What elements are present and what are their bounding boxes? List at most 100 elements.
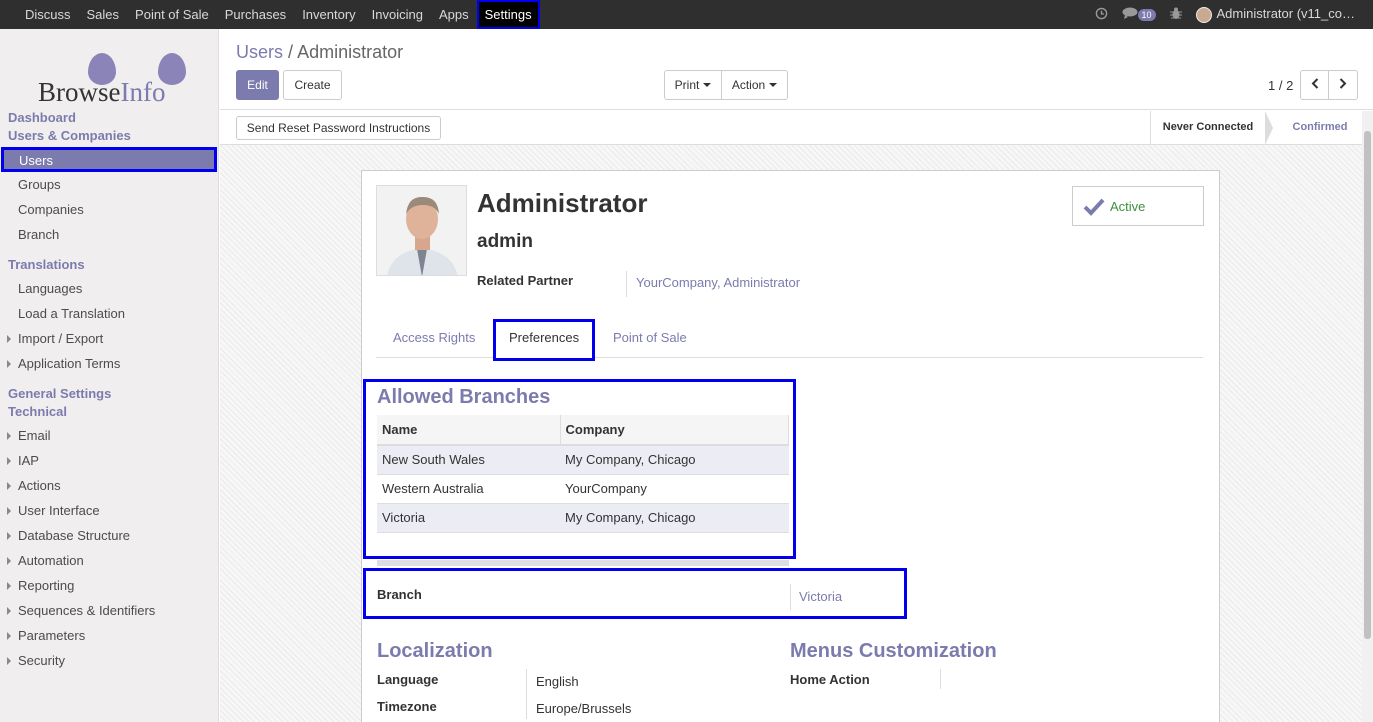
user-name-title[interactable]: Administrator xyxy=(477,188,647,219)
branch-value-link[interactable]: Victoria xyxy=(799,589,842,604)
user-name: Administrator (v11_co… xyxy=(1216,6,1355,22)
sidebar-item-branch[interactable]: Branch xyxy=(18,227,59,242)
sidebar-item-reporting[interactable]: Reporting xyxy=(6,578,74,593)
user-login[interactable]: admin xyxy=(477,231,533,253)
breadcrumb-separator: / xyxy=(288,42,294,62)
sidebar-item-companies[interactable]: Companies xyxy=(18,202,84,217)
breadcrumb: Users / Administrator xyxy=(236,42,403,63)
scrollbar-thumb[interactable] xyxy=(1364,131,1371,639)
browseinfo-logo: BrowseInfo xyxy=(38,53,186,111)
sidebar-item-automation[interactable]: Automation xyxy=(7,553,84,568)
timezone-value[interactable]: Europe/Brussels xyxy=(536,701,631,716)
column-company-header[interactable]: Company xyxy=(560,415,789,446)
sidebar-item-sequences[interactable]: Sequences & Identifiers xyxy=(6,603,155,618)
branch-name-cell: Victoria xyxy=(377,503,560,533)
breadcrumb-users-link[interactable]: Users xyxy=(236,42,283,62)
tab-preferences[interactable]: Preferences xyxy=(493,319,596,361)
pager-previous-button[interactable] xyxy=(1300,70,1329,100)
menu-settings[interactable]: Settings xyxy=(476,0,540,29)
field-separator xyxy=(790,584,791,610)
sidebar-item-languages[interactable]: Languages xyxy=(18,281,82,296)
user-menu[interactable]: Administrator (v11_co… xyxy=(1195,6,1355,23)
action-caret-icon xyxy=(769,83,778,87)
table-row[interactable]: Victoria My Company, Chicago xyxy=(377,503,789,533)
sidebar-item-groups[interactable]: Groups xyxy=(18,177,61,192)
related-partner-label: Related Partner xyxy=(477,273,574,288)
localization-title: Localization xyxy=(377,640,493,662)
sidebar-general-settings[interactable]: General Settings xyxy=(8,386,111,401)
sidebar-item-iap[interactable]: IAP xyxy=(7,453,39,468)
related-partner-link[interactable]: YourCompany, Administrator xyxy=(636,275,800,290)
menu-inventory[interactable]: Inventory xyxy=(294,0,363,29)
menu-sales[interactable]: Sales xyxy=(79,0,128,29)
home-action-label: Home Action xyxy=(790,672,870,687)
sidebar-technical[interactable]: Technical xyxy=(8,404,67,419)
form-statusbar: Send Reset Password Instructions Never C… xyxy=(220,111,1362,145)
print-caret-icon xyxy=(703,83,712,87)
active-label: Active xyxy=(1110,199,1146,214)
top-navbar: Discuss Sales Point of Sale Purchases In… xyxy=(0,0,1373,29)
table-footer xyxy=(377,560,789,566)
action-dropdown[interactable]: Action xyxy=(721,70,788,100)
pager-next-button[interactable] xyxy=(1328,70,1358,100)
app-menu: Discuss Sales Point of Sale Purchases In… xyxy=(0,0,540,29)
sidebar-item-user-interface[interactable]: User Interface xyxy=(7,503,100,518)
pager-value[interactable]: 1 / 2 xyxy=(1268,78,1293,93)
language-value[interactable]: English xyxy=(536,674,579,689)
sidebar-item-database-structure[interactable]: Database Structure xyxy=(6,528,130,543)
branch-name-cell: New South Wales xyxy=(377,445,560,475)
action-label: Action xyxy=(731,78,766,92)
debug-bug-icon[interactable] xyxy=(1169,7,1182,23)
field-separator xyxy=(940,669,941,689)
menu-apps[interactable]: Apps xyxy=(431,0,477,29)
active-toggle-button[interactable]: Active xyxy=(1072,186,1204,226)
send-reset-password-button[interactable]: Send Reset Password Instructions xyxy=(236,116,441,140)
table-row[interactable]: Western Australia YourCompany xyxy=(377,474,789,504)
edit-button[interactable]: Edit xyxy=(236,70,279,100)
messages-chat-icon[interactable]: 10 xyxy=(1122,7,1156,22)
tab-access-rights[interactable]: Access Rights xyxy=(393,320,475,357)
tab-point-of-sale[interactable]: Point of Sale xyxy=(613,320,687,357)
logo-text-browse: Browse xyxy=(38,77,121,107)
messages-count-badge: 10 xyxy=(1137,9,1156,21)
allowed-branches-table: Name Company New South Wales My Company,… xyxy=(377,415,789,533)
activity-clock-icon[interactable] xyxy=(1095,7,1108,23)
logo-text: BrowseInfo xyxy=(38,77,165,108)
user-photo[interactable] xyxy=(376,185,467,276)
sidebar-item-users-label: Users xyxy=(19,153,53,168)
scrollbar[interactable] xyxy=(1362,111,1373,722)
language-label: Language xyxy=(377,672,439,687)
sidebar-item-load-translation[interactable]: Load a Translation xyxy=(18,306,125,321)
create-button[interactable]: Create xyxy=(283,70,342,100)
allowed-branches-title: Allowed Branches xyxy=(377,386,551,408)
table-header-row: Name Company xyxy=(377,415,789,446)
sidebar-item-security[interactable]: Security xyxy=(7,653,65,668)
branch-company-cell: My Company, Chicago xyxy=(560,503,789,533)
sidebar-item-parameters[interactable]: Parameters xyxy=(6,628,85,643)
menu-discuss[interactable]: Discuss xyxy=(17,0,79,29)
menu-invoicing[interactable]: Invoicing xyxy=(364,0,431,29)
table-row[interactable]: New South Wales My Company, Chicago xyxy=(377,445,789,475)
field-separator xyxy=(526,669,527,719)
breadcrumb-current: Administrator xyxy=(297,42,404,62)
stage-never-connected[interactable]: Never Connected xyxy=(1150,111,1265,144)
sidebar-users-companies[interactable]: Users & Companies xyxy=(8,128,131,143)
sidebar-item-import-export[interactable]: Import / Export xyxy=(6,331,103,346)
sidebar-item-actions[interactable]: Actions xyxy=(7,478,61,493)
menu-point-of-sale[interactable]: Point of Sale xyxy=(127,0,217,29)
sidebar-item-users[interactable]: Users xyxy=(1,147,217,172)
column-name-header[interactable]: Name xyxy=(377,415,561,446)
timezone-label: Timezone xyxy=(377,699,437,714)
systray: 10 Administrator (v11_co… xyxy=(1095,0,1355,29)
sidebar-item-email[interactable]: Email xyxy=(7,428,51,443)
stage-confirmed[interactable]: Confirmed xyxy=(1280,111,1360,144)
sidebar-item-application-terms[interactable]: Application Terms xyxy=(6,356,120,371)
sidebar-translations[interactable]: Translations xyxy=(8,257,85,272)
menu-purchases[interactable]: Purchases xyxy=(217,0,294,29)
print-dropdown[interactable]: Print xyxy=(664,70,722,100)
checkmark-icon xyxy=(1083,197,1105,217)
sidebar: BrowseInfo Dashboard Users & Companies U… xyxy=(0,29,219,722)
branch-name-cell: Western Australia xyxy=(377,474,560,504)
sidebar-dashboard[interactable]: Dashboard xyxy=(8,110,76,125)
menus-customization-title: Menus Customization xyxy=(790,640,997,662)
